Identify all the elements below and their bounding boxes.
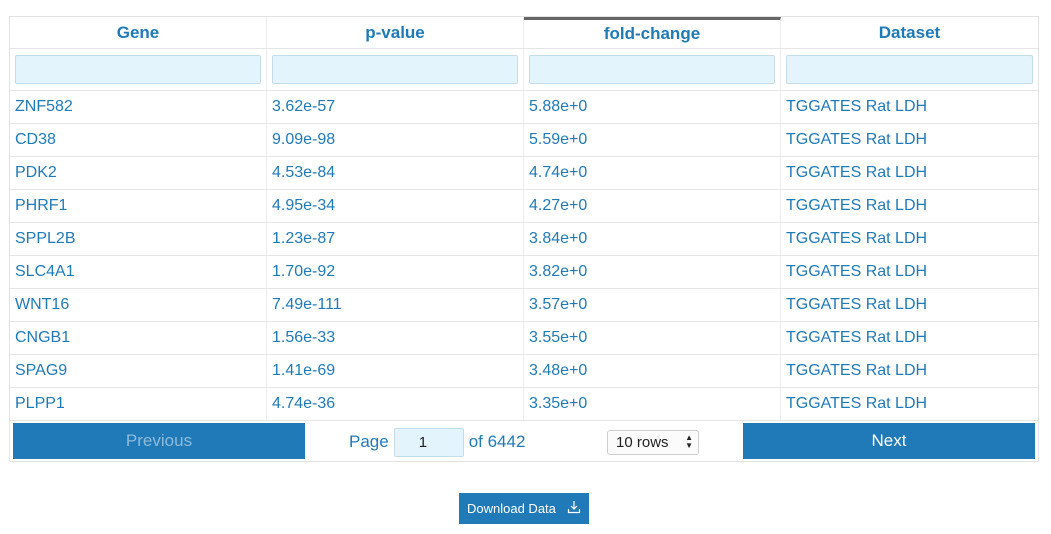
- dataset-cell[interactable]: TGGATES Rat LDH: [781, 256, 1038, 288]
- dataset-cell[interactable]: TGGATES Rat LDH: [781, 388, 1038, 420]
- table-row[interactable]: PDK2 4.53e-84 4.74e+0 TGGATES Rat LDH: [10, 157, 1038, 190]
- fold-change-cell: 3.57e+0: [524, 289, 781, 321]
- gene-cell[interactable]: PLPP1: [10, 388, 267, 420]
- filter-cell-gene: [10, 49, 267, 90]
- dataset-cell[interactable]: TGGATES Rat LDH: [781, 91, 1038, 123]
- dataset-cell[interactable]: TGGATES Rat LDH: [781, 190, 1038, 222]
- filter-cell-fold-change: [524, 49, 781, 90]
- fold-change-filter-input[interactable]: [529, 55, 775, 84]
- gene-cell[interactable]: SPPL2B: [10, 223, 267, 255]
- dataset-cell[interactable]: TGGATES Rat LDH: [781, 124, 1038, 156]
- up-down-caret-icon: ▲ ▼: [685, 433, 693, 450]
- column-header-pvalue[interactable]: p-value: [267, 17, 524, 48]
- pvalue-cell: 7.49e-111: [267, 289, 524, 321]
- fold-change-cell: 3.55e+0: [524, 322, 781, 354]
- column-header-gene[interactable]: Gene: [10, 17, 267, 48]
- dataset-cell[interactable]: TGGATES Rat LDH: [781, 157, 1038, 189]
- pvalue-cell: 1.23e-87: [267, 223, 524, 255]
- pagination-bar: Previous Page of 6442 10 rows ▲▼ Next: [10, 422, 1038, 462]
- column-header-fold-change[interactable]: fold-change: [524, 17, 781, 48]
- download-data-label: Download Data: [467, 501, 556, 516]
- pvalue-cell: 4.95e-34: [267, 190, 524, 222]
- table-row[interactable]: SPPL2B 1.23e-87 3.84e+0 TGGATES Rat LDH: [10, 223, 1038, 256]
- gene-cell[interactable]: PDK2: [10, 157, 267, 189]
- rows-per-page-value: 10 rows: [616, 434, 669, 451]
- pvalue-cell: 3.62e-57: [267, 91, 524, 123]
- table-row[interactable]: ZNF582 3.62e-57 5.88e+0 TGGATES Rat LDH: [10, 91, 1038, 124]
- page-info: Page of 6442: [349, 422, 525, 462]
- table-row[interactable]: PHRF1 4.95e-34 4.27e+0 TGGATES Rat LDH: [10, 190, 1038, 223]
- gene-cell[interactable]: SPAG9: [10, 355, 267, 387]
- table-header: Gene p-value fold-change Dataset: [10, 17, 1038, 49]
- pvalue-cell: 4.74e-36: [267, 388, 524, 420]
- page-total: of 6442: [468, 432, 526, 451]
- fold-change-cell: 3.48e+0: [524, 355, 781, 387]
- fold-change-cell: 3.84e+0: [524, 223, 781, 255]
- fold-change-cell: 5.59e+0: [524, 124, 781, 156]
- gene-filter-input[interactable]: [15, 55, 261, 84]
- gene-cell[interactable]: SLC4A1: [10, 256, 267, 288]
- pvalue-cell: 4.53e-84: [267, 157, 524, 189]
- table-row[interactable]: CD38 9.09e-98 5.59e+0 TGGATES Rat LDH: [10, 124, 1038, 157]
- dataset-cell[interactable]: TGGATES Rat LDH: [781, 355, 1038, 387]
- pvalue-filter-input[interactable]: [272, 55, 518, 84]
- gene-cell[interactable]: CD38: [10, 124, 267, 156]
- fold-change-cell: 4.27e+0: [524, 190, 781, 222]
- fold-change-cell: 5.88e+0: [524, 91, 781, 123]
- fold-change-cell: 3.82e+0: [524, 256, 781, 288]
- gene-cell[interactable]: CNGB1: [10, 322, 267, 354]
- table-body: ZNF582 3.62e-57 5.88e+0 TGGATES Rat LDH …: [10, 91, 1038, 421]
- next-button[interactable]: Next: [743, 423, 1035, 459]
- gene-cell[interactable]: WNT16: [10, 289, 267, 321]
- pvalue-cell: 1.41e-69: [267, 355, 524, 387]
- download-data-button[interactable]: Download Data: [459, 493, 589, 524]
- dataset-cell[interactable]: TGGATES Rat LDH: [781, 322, 1038, 354]
- table-row[interactable]: SPAG9 1.41e-69 3.48e+0 TGGATES Rat LDH: [10, 355, 1038, 388]
- pvalue-cell: 1.56e-33: [267, 322, 524, 354]
- dataset-cell[interactable]: TGGATES Rat LDH: [781, 223, 1038, 255]
- table-row[interactable]: WNT16 7.49e-111 3.57e+0 TGGATES Rat LDH: [10, 289, 1038, 322]
- download-icon: [567, 501, 581, 514]
- gene-cell[interactable]: PHRF1: [10, 190, 267, 222]
- fold-change-cell: 3.35e+0: [524, 388, 781, 420]
- fold-change-cell: 4.74e+0: [524, 157, 781, 189]
- results-table: Gene p-value fold-change Dataset ZNF582 …: [9, 16, 1039, 462]
- column-header-dataset[interactable]: Dataset: [781, 17, 1038, 48]
- previous-button[interactable]: Previous: [13, 423, 305, 459]
- rows-per-page-select[interactable]: 10 rows ▲ ▼: [607, 430, 699, 455]
- dataset-filter-input[interactable]: [786, 55, 1033, 84]
- filter-cell-dataset: [781, 49, 1038, 90]
- page-label: Page: [349, 432, 389, 451]
- page-number-input[interactable]: [393, 427, 464, 457]
- table-row[interactable]: PLPP1 4.74e-36 3.35e+0 TGGATES Rat LDH: [10, 388, 1038, 421]
- dataset-cell[interactable]: TGGATES Rat LDH: [781, 289, 1038, 321]
- pvalue-cell: 1.70e-92: [267, 256, 524, 288]
- filter-row: [10, 49, 1038, 91]
- gene-cell[interactable]: ZNF582: [10, 91, 267, 123]
- table-row[interactable]: CNGB1 1.56e-33 3.55e+0 TGGATES Rat LDH: [10, 322, 1038, 355]
- table-row[interactable]: SLC4A1 1.70e-92 3.82e+0 TGGATES Rat LDH: [10, 256, 1038, 289]
- filter-cell-pvalue: [267, 49, 524, 90]
- pvalue-cell: 9.09e-98: [267, 124, 524, 156]
